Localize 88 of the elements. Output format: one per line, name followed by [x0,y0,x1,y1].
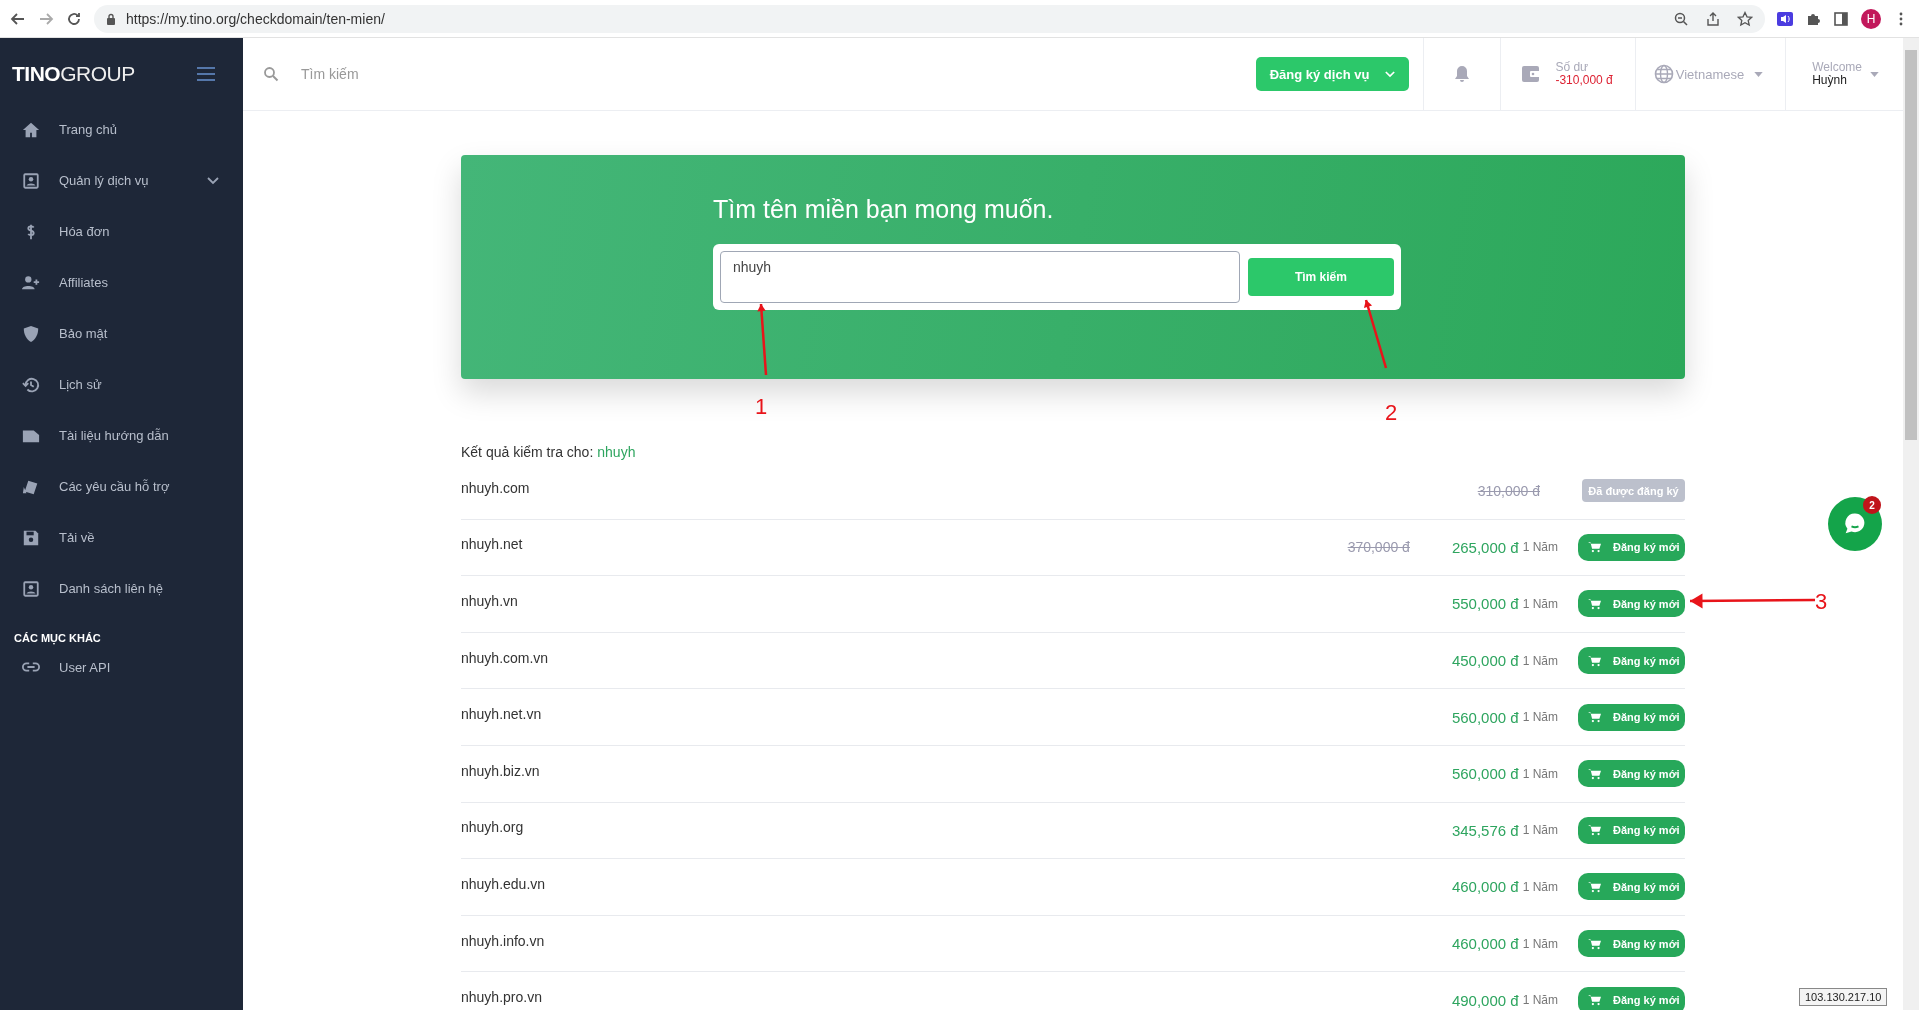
status-label: Đã được đăng ký [1582,479,1685,503]
logo[interactable]: TINOGROUP [12,62,135,86]
annotation-number: 2 [1385,400,1398,426]
scrollbar[interactable] [1903,38,1919,1010]
period: 1 Năm [1522,710,1558,725]
cart-icon [1588,598,1601,610]
share-icon[interactable] [1705,10,1721,27]
domain-name: nhuyh.pro.vn [461,989,542,1006]
reload-icon[interactable] [66,10,82,27]
sidebar-item[interactable]: Danh sách liên hệ [0,563,243,614]
sidebar-item[interactable]: User API [0,650,243,684]
results-query: nhuyh [597,444,636,460]
search-icon[interactable] [263,66,279,82]
balance-label: Số dư [1555,61,1590,74]
domain-name: nhuyh.biz.vn [461,762,540,779]
cart-icon [1588,937,1601,950]
price: 460,000 đ [1451,935,1519,953]
sidebar-item[interactable]: Hóa đơn [0,206,243,257]
lock-icon[interactable] [106,12,116,25]
sidebar-item[interactable]: Các yêu cầu hỗ trợ [0,461,243,512]
ip-tooltip: 103.130.217.10 [1799,988,1888,1006]
annotation-number: 3 [1815,589,1828,615]
price: 450,000 đ [1451,652,1519,670]
section-title: CÁC MỤC KHÁC [13,631,102,647]
sidebar-item[interactable]: Tải về [0,512,243,563]
cart-icon [1588,824,1601,837]
sidebar-item[interactable]: Lịch sử [0,359,243,410]
address-bar[interactable]: https://my.tino.org/checkdomain/ten-mien/ [94,4,1765,33]
save-icon [22,528,40,547]
chevron-icon [1385,70,1396,78]
contact-icon [22,171,40,190]
cart-icon [1588,654,1601,667]
annotation-number: 1 [755,394,768,420]
sidebar-item[interactable]: Quản lý dịch vụ [0,155,243,206]
profile-avatar[interactable]: H [1861,8,1881,29]
caret-icon [1870,71,1879,77]
chevron-icon [207,176,219,185]
domain-name: nhuyh.net [461,536,523,553]
price: 345,576 đ [1451,821,1519,839]
menu-icon[interactable] [197,67,215,81]
domain-name: nhuyh.com [461,479,530,496]
period: 1 Năm [1522,823,1558,838]
period: 1 Năm [1522,993,1558,1008]
price: 265,000 đ [1451,538,1519,556]
caret-icon [1754,71,1764,77]
price: 550,000 đ [1451,595,1519,613]
cart-icon [1588,880,1601,893]
price: 560,000 đ [1451,765,1519,783]
old-price: 370,000 đ [1347,539,1410,556]
domain-name: nhuyh.vn [461,593,518,609]
sidebar-item[interactable]: Affiliates [0,257,243,308]
cart-icon [1588,711,1601,724]
back-icon[interactable] [10,10,26,27]
price: 560,000 đ [1451,708,1519,726]
cart-icon [1588,767,1601,780]
users-icon [22,273,40,292]
sidebar-item[interactable]: Trang chủ [0,104,243,155]
contact-icon [22,579,40,598]
home-icon [22,120,40,139]
period: 1 Năm [1522,653,1558,668]
domain-name: nhuyh.net.vn [461,706,542,723]
cart-icon [1588,541,1601,554]
cart-icon [1588,994,1601,1007]
zoom-icon[interactable] [1673,10,1689,27]
period: 1 Năm [1522,540,1558,555]
results-label: Kết quả kiểm tra cho: [461,444,594,460]
banner-title: Tìm tên miền bạn mong muốn. [713,195,1055,224]
period: 1 Năm [1522,766,1558,781]
period: 1 Năm [1522,597,1558,611]
speaker-icon[interactable] [1777,10,1793,27]
price: 490,000 đ [1451,991,1519,1009]
sidebar-item[interactable]: Bảo mật [0,308,243,359]
price: 310,000 đ [1477,482,1540,499]
star-icon[interactable] [1737,10,1753,27]
globe-icon [1653,64,1674,84]
period: 1 Năm [1522,879,1558,894]
domain-name: nhuyh.info.vn [461,932,545,949]
period: 1 Năm [1522,936,1558,951]
domain-name: nhuyh.edu.vn [461,875,546,892]
shield-icon [22,324,40,343]
price: 460,000 đ [1451,878,1519,896]
balance-value: -310,000 đ [1555,74,1613,87]
domain-name: nhuyh.com.vn [461,649,549,666]
history-icon [22,375,40,394]
sidebar-item[interactable]: Tài liệu hướng dẫn [0,410,243,461]
domain-name: nhuyh.org [461,819,524,836]
side-panel-icon[interactable] [1833,10,1849,27]
domain-input[interactable]: nhuyh [720,251,1240,303]
